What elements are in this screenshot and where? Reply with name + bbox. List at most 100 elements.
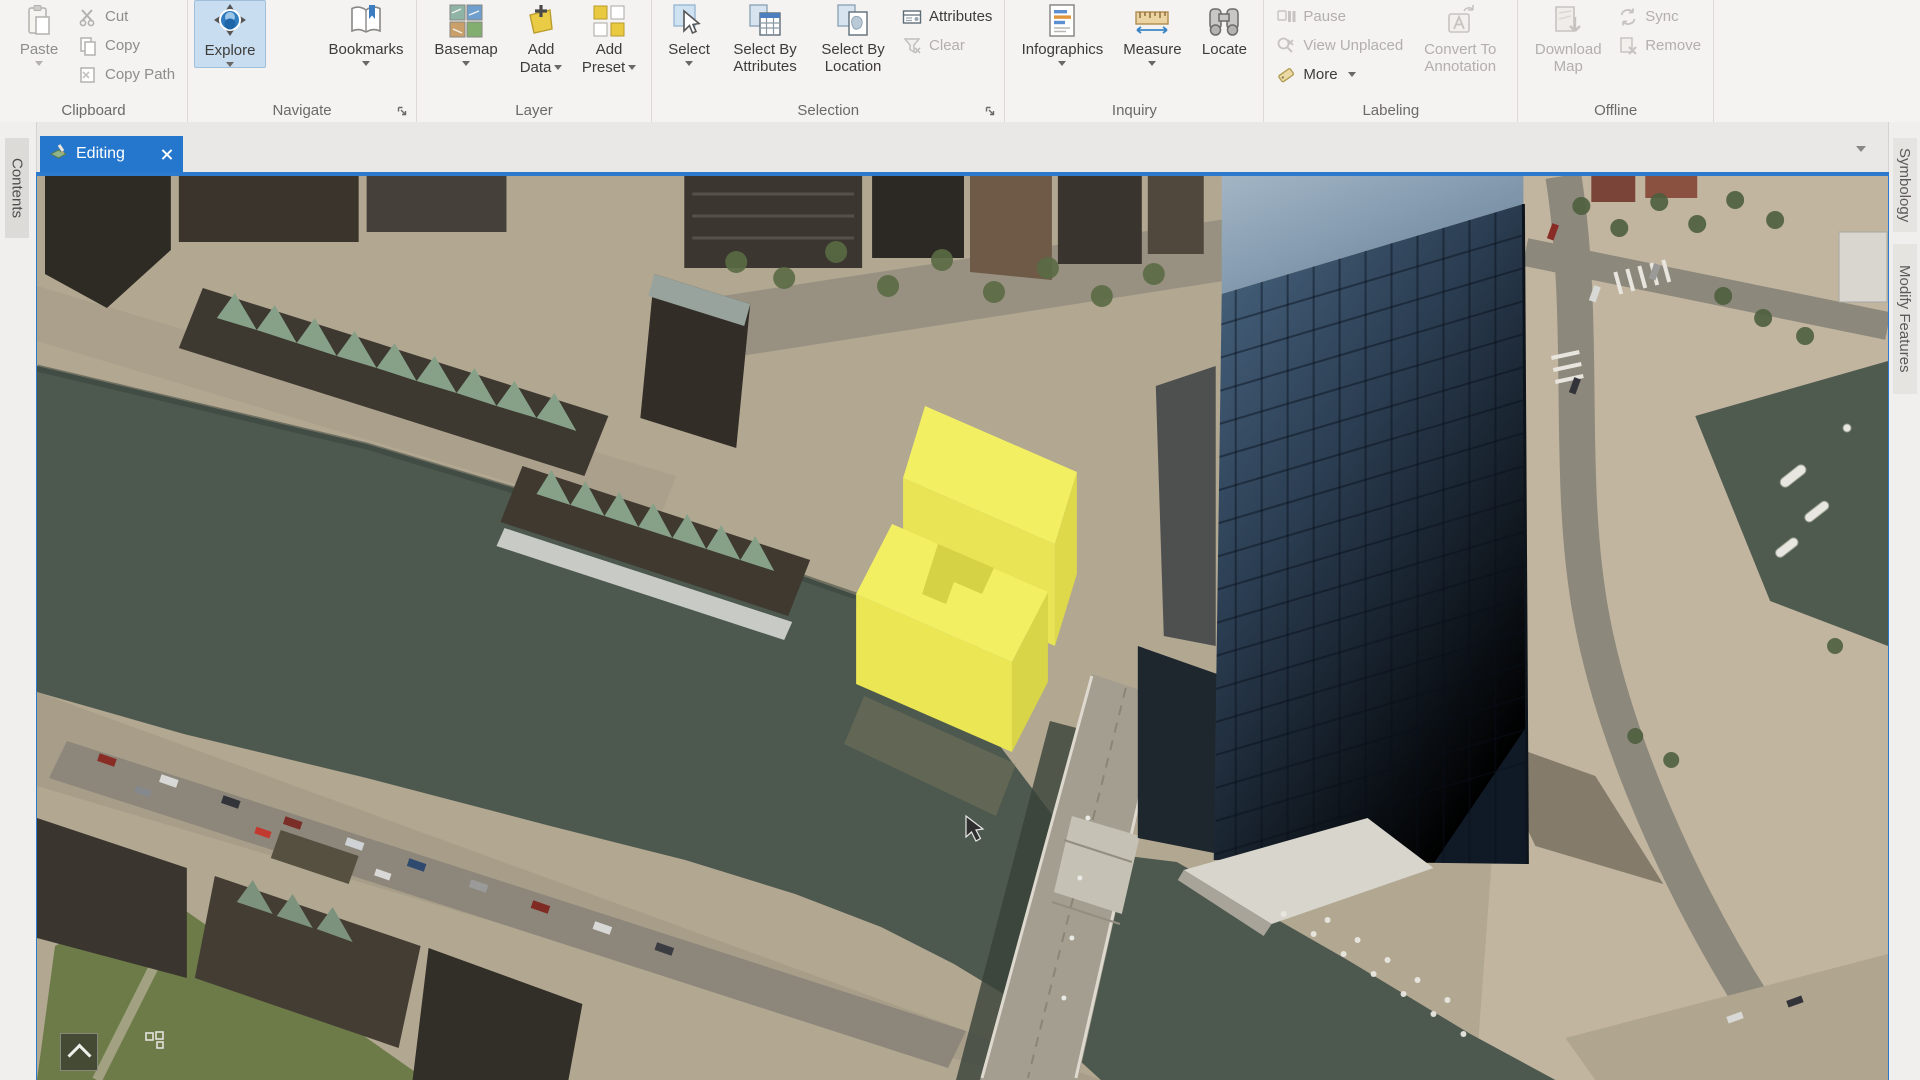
attributes-label: Attributes [929,8,992,25]
clear-selection-icon [902,36,922,56]
left-dock-rail: Contents [0,122,37,1080]
select-by-location-icon [835,3,871,39]
caret-down-icon [628,65,636,70]
chevron-up-icon [67,1043,91,1067]
add-data-label: Add Data [520,41,555,76]
remove-icon [1618,36,1638,56]
basemap-button[interactable]: Basemap [423,0,509,66]
paste-icon [21,3,57,39]
modify-features-pane-tab[interactable]: Modify Features [1893,244,1917,394]
selection-group-label: Selection [658,102,998,122]
copy-path-label: Copy Path [105,66,175,83]
remove-button[interactable]: Remove [1612,31,1707,60]
download-map-button[interactable]: Download Map [1524,0,1612,75]
copy-path-icon [78,65,98,85]
caret-down-icon [462,61,470,66]
add-data-button[interactable]: Add Data [509,0,573,77]
navigate-group-label: Navigate [194,102,410,122]
ribbon-group-navigate: Explore [188,0,417,122]
bookmarks-label: Bookmarks [329,41,404,58]
convert-to-annotation-icon [1442,3,1478,39]
right-dock-rail: Symbology Modify Features [1888,122,1920,1080]
view-tab-editing[interactable]: Editing [40,136,183,172]
select-by-attributes-label: Select By Attributes [724,41,806,75]
pause-icon [1276,7,1296,27]
clipboard-group-label: Clipboard [6,102,181,122]
close-icon[interactable] [160,148,173,161]
map-view[interactable] [36,172,1889,1080]
dialog-launcher-icon[interactable] [984,104,996,122]
symbology-pane-tab[interactable]: Symbology [1893,138,1917,232]
view-unplaced-button[interactable]: View Unplaced [1270,31,1409,60]
offline-group-label: Offline [1524,102,1707,122]
paste-button[interactable]: Paste [6,0,72,66]
explore-button[interactable]: Explore [194,0,266,68]
contents-pane-tab[interactable]: Contents [5,138,29,238]
view-options-caret-icon[interactable] [1856,146,1866,152]
select-button[interactable]: Select [658,0,720,66]
caret-down-icon [35,61,43,66]
pause-labeling-button[interactable]: Pause [1270,2,1409,31]
ribbon-group-clipboard: Paste Cut Copy [0,0,188,122]
basemap-label: Basemap [434,41,497,58]
add-preset-button[interactable]: Add Preset [573,0,645,77]
view-tab-strip: Editing [0,122,1920,172]
pause-label: Pause [1303,8,1346,25]
locate-button[interactable]: Locate [1191,0,1257,58]
cut-label: Cut [105,8,128,25]
ribbon-group-offline: Download Map Sync Remove [1518,0,1714,122]
copy-icon [78,36,98,56]
bookmarks-book-icon [348,3,384,39]
editing-scene-icon [50,143,67,165]
ribbon-group-selection: Select Select By Attributes Select By Lo… [652,0,1005,122]
caret-down-icon [226,62,234,67]
copy-path-button[interactable]: Copy Path [72,60,181,89]
ribbon-group-labeling: Pause View Unplaced More [1264,0,1518,122]
arcgis-pro-window: Paste Cut Copy [0,0,1920,1080]
clear-selection-label: Clear [929,37,965,54]
clear-selection-button[interactable]: Clear [896,31,998,60]
cut-button[interactable]: Cut [72,2,181,31]
explore-label: Explore [205,42,256,59]
infographics-icon [1044,3,1080,39]
convert-to-annotation-button[interactable]: Convert To Annotation [1409,0,1511,75]
caret-down-icon [1348,72,1356,77]
download-map-icon [1550,3,1586,39]
label-tag-icon [1276,65,1296,85]
overview-expand-button[interactable] [60,1033,98,1071]
select-by-attributes-button[interactable]: Select By Attributes [720,0,810,75]
paste-label: Paste [20,41,58,58]
measure-button[interactable]: Measure [1113,0,1191,66]
feature-handles-marker [145,1031,171,1056]
copy-label: Copy [105,37,140,54]
select-by-location-label: Select By Location [814,41,892,75]
caret-down-icon [1148,61,1156,66]
ribbon: Paste Cut Copy [0,0,1920,123]
bookmarks-button[interactable]: Bookmarks [322,0,410,66]
caret-down-icon [362,61,370,66]
basemap-tiles-icon [448,3,484,39]
convert-to-annotation-label: Convert To Annotation [1413,41,1507,75]
more-labeling-button[interactable]: More [1270,60,1409,89]
inquiry-group-label: Inquiry [1011,102,1257,122]
view-unplaced-icon [1276,36,1296,56]
infographics-button[interactable]: Infographics [1011,0,1113,66]
more-label: More [1303,66,1337,83]
dialog-launcher-icon[interactable] [396,104,408,122]
explore-compass-icon [212,4,248,40]
select-by-attributes-icon [747,3,783,39]
infographics-label: Infographics [1022,41,1104,58]
layer-group-label: Layer [423,102,645,122]
map-3d-scene[interactable] [37,176,1888,1080]
sync-button[interactable]: Sync [1612,2,1707,31]
attributes-button[interactable]: Attributes [896,2,998,31]
locate-label: Locate [1202,41,1247,58]
select-by-location-button[interactable]: Select By Location [810,0,896,75]
remove-label: Remove [1645,37,1701,54]
ribbon-empty-area [1714,0,1920,122]
view-unplaced-label: View Unplaced [1303,37,1403,54]
download-map-label: Download Map [1528,41,1608,75]
caret-down-icon [685,61,693,66]
add-data-icon [523,3,559,39]
copy-button[interactable]: Copy [72,31,181,60]
